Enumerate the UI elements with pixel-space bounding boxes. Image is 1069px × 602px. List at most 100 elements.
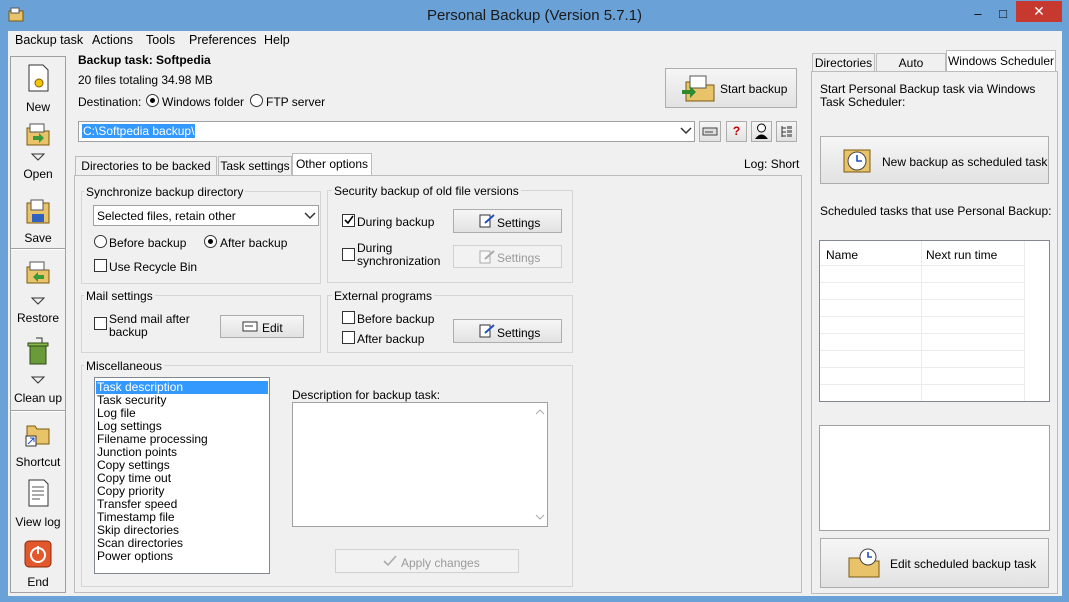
cleanup-icon[interactable] <box>24 336 52 366</box>
menu-actions[interactable]: Actions <box>92 33 133 47</box>
restore-icon[interactable] <box>24 257 52 287</box>
tab-directories[interactable]: Directories to be backed up <box>75 156 217 187</box>
save-button[interactable]: Save <box>10 231 66 245</box>
sync-after-label[interactable]: After backup <box>220 236 287 250</box>
toolbar-separator <box>11 248 65 250</box>
open-icon[interactable] <box>24 120 52 150</box>
sync-dropdown-icon[interactable] <box>304 212 316 220</box>
open-dropdown-icon[interactable] <box>30 152 46 162</box>
help-question-icon[interactable]: ? <box>726 121 747 142</box>
sync-mode-value[interactable]: Selected files, retain other <box>97 209 236 223</box>
window-border-bottom <box>0 596 1069 602</box>
column-name[interactable]: Name <box>826 248 858 262</box>
new-button[interactable]: New <box>10 100 66 114</box>
view-log-icon[interactable] <box>24 478 52 508</box>
misc-group-title: Miscellaneous <box>84 359 165 373</box>
settings-icon <box>479 250 495 264</box>
column-divider <box>1024 241 1025 401</box>
restore-dropdown-icon[interactable] <box>30 296 46 306</box>
window-border-right <box>1062 31 1069 602</box>
external-settings-label: Settings <box>497 326 541 340</box>
list-item[interactable]: Power options <box>96 550 173 563</box>
log-level-label[interactable]: Log: Short <box>744 157 799 171</box>
tab-right-directories[interactable]: Directories <box>812 53 875 71</box>
destination-path-value[interactable]: C:\Softpedia backup\ <box>82 124 196 138</box>
shortcut-button[interactable]: Shortcut <box>10 455 66 469</box>
sync-before-label[interactable]: Before backup <box>109 236 186 250</box>
send-mail-label-1[interactable]: Send mail after <box>109 312 190 326</box>
save-icon[interactable] <box>24 197 52 227</box>
start-backup-label: Start backup <box>720 82 788 96</box>
toolbar-separator <box>11 410 65 412</box>
dest-ftp-radio[interactable] <box>250 94 263 107</box>
ext-before-label[interactable]: Before backup <box>357 312 434 326</box>
row-divider <box>820 299 1024 300</box>
sync-settings-label: Settings <box>497 251 541 265</box>
dest-ftp-label[interactable]: FTP server <box>266 95 325 109</box>
open-button[interactable]: Open <box>10 167 66 181</box>
during-sync-checkbox[interactable] <box>342 248 355 261</box>
window-border-left <box>0 31 8 602</box>
row-divider <box>820 265 1024 266</box>
send-mail-label-2[interactable]: backup <box>109 325 148 339</box>
row-divider <box>820 367 1024 368</box>
cleanup-button[interactable]: Clean up <box>10 391 66 405</box>
tab-auto-backup[interactable]: Auto Backup <box>876 53 946 84</box>
ext-after-label[interactable]: After backup <box>357 332 424 346</box>
envelope-icon <box>242 321 258 332</box>
send-mail-checkbox[interactable] <box>94 317 107 330</box>
mail-edit-label: Edit <box>262 321 283 335</box>
user-icon <box>755 123 768 139</box>
minimize-button[interactable]: – <box>968 4 988 24</box>
checkmark-icon <box>344 215 354 225</box>
directory-tree-icon <box>781 126 792 137</box>
task-title: Backup task: Softpedia <box>78 53 211 67</box>
during-backup-label[interactable]: During backup <box>357 215 434 229</box>
menu-preferences[interactable]: Preferences <box>189 33 256 47</box>
folder-clock-icon <box>848 548 880 578</box>
end-icon[interactable] <box>24 540 52 570</box>
ext-after-checkbox[interactable] <box>342 331 355 344</box>
row-divider <box>820 384 1024 385</box>
row-divider <box>820 350 1024 351</box>
new-scheduled-task-label: New backup as scheduled task <box>882 155 1048 169</box>
view-log-button[interactable]: View log <box>10 515 66 529</box>
menu-tools[interactable]: Tools <box>146 33 175 47</box>
tab-windows-scheduler[interactable]: Windows Scheduler <box>946 50 1056 72</box>
security-group <box>327 190 573 283</box>
settings-icon <box>479 324 495 338</box>
tab-other-options[interactable]: Other options <box>292 153 372 176</box>
sync-after-radio[interactable] <box>204 235 217 248</box>
recycle-bin-checkbox[interactable] <box>94 259 107 272</box>
scheduler-intro: Start Personal Backup task via Windows T… <box>820 82 1036 109</box>
external-group-title: External programs <box>332 289 435 303</box>
mail-group-title: Mail settings <box>84 289 155 303</box>
column-next-run[interactable]: Next run time <box>926 248 997 262</box>
row-divider <box>820 316 1024 317</box>
during-sync-label-1[interactable]: During <box>357 241 392 255</box>
recycle-bin-label[interactable]: Use Recycle Bin <box>109 260 197 274</box>
description-label: Description for backup task: <box>292 388 441 402</box>
dest-windows-radio[interactable] <box>146 94 159 107</box>
start-backup-icon <box>682 75 715 102</box>
scrollbar-icon[interactable] <box>534 406 546 523</box>
tab-task-settings[interactable]: Task settings <box>218 156 292 175</box>
scheduled-tasks-label: Scheduled tasks that use Personal Backup… <box>820 204 1052 218</box>
drive-icon <box>702 127 718 136</box>
restore-button[interactable]: Restore <box>10 311 66 325</box>
new-icon[interactable] <box>24 63 52 93</box>
maximize-button[interactable]: □ <box>993 4 1013 24</box>
sync-before-radio[interactable] <box>94 235 107 248</box>
dest-windows-label[interactable]: Windows folder <box>162 95 244 109</box>
shortcut-icon[interactable] <box>24 418 52 448</box>
task-details-box[interactable] <box>819 425 1050 531</box>
path-dropdown-icon[interactable] <box>680 127 692 135</box>
description-textarea[interactable] <box>292 402 548 527</box>
end-button[interactable]: End <box>10 575 66 589</box>
menu-backup-task[interactable]: Backup task <box>15 33 83 47</box>
menu-help[interactable]: Help <box>264 33 290 47</box>
during-sync-label-2[interactable]: synchronization <box>357 254 440 268</box>
cleanup-dropdown-icon[interactable] <box>30 375 46 385</box>
ext-before-checkbox[interactable] <box>342 311 355 324</box>
close-button[interactable]: ✕ <box>1016 1 1062 22</box>
